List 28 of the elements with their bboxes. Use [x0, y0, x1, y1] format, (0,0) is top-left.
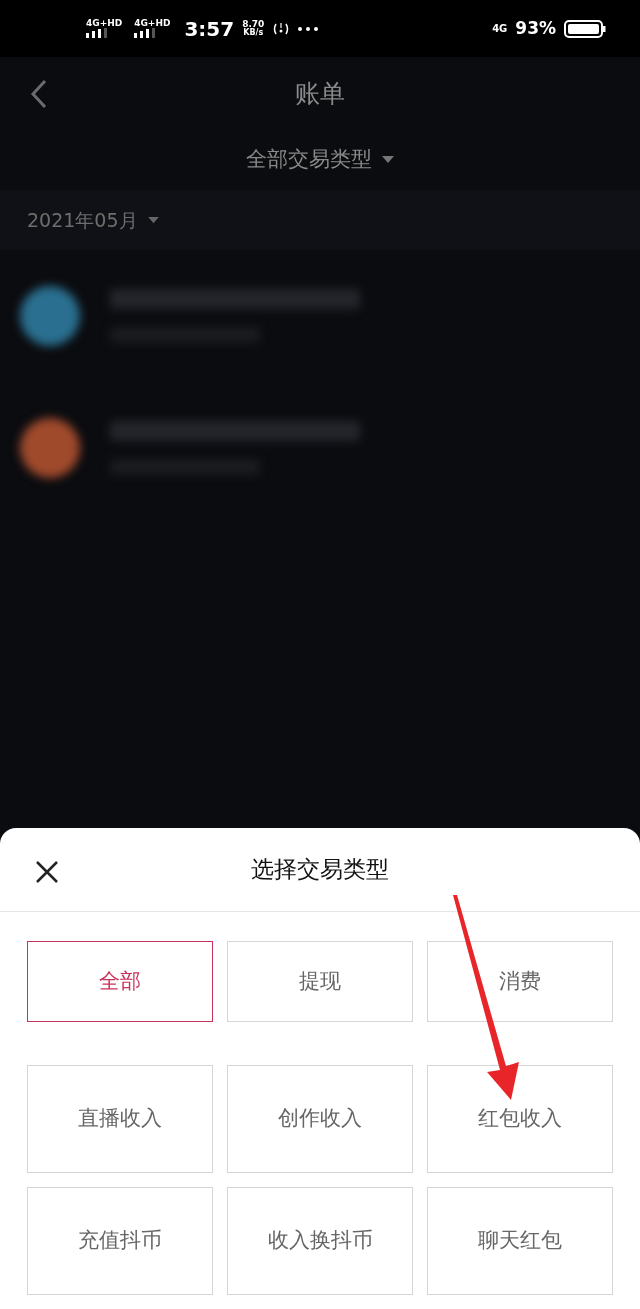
back-icon[interactable] — [30, 79, 48, 109]
type-option[interactable]: 收入换抖币 — [227, 1187, 413, 1295]
sheet-title: 选择交易类型 — [251, 855, 389, 885]
battery-icon — [564, 19, 606, 38]
type-option[interactable]: 全部 — [27, 941, 213, 1022]
speed-unit: KB/s — [243, 29, 264, 37]
page-title: 账单 — [295, 77, 345, 110]
type-filter[interactable]: 全部交易类型 — [246, 144, 394, 176]
clock: 3:57 — [184, 15, 235, 43]
caret-icon — [147, 216, 159, 224]
close-icon[interactable] — [36, 861, 58, 883]
type-option[interactable]: 红包收入 — [427, 1065, 613, 1173]
type-option[interactable]: 聊天红包 — [427, 1187, 613, 1295]
battery-percent: 93% — [515, 16, 556, 40]
month-picker[interactable]: 2021年05月 — [27, 205, 159, 235]
type-option[interactable]: 创作收入 — [227, 1065, 413, 1173]
more-icon — [298, 26, 319, 31]
type-option[interactable]: 提现 — [227, 941, 413, 1022]
speed-value: 8.70 — [242, 20, 265, 29]
network-label: 4G+HD — [134, 19, 171, 28]
hotspot-icon — [272, 20, 291, 37]
type-option[interactable]: 消费 — [427, 941, 613, 1022]
network-label: 4G — [492, 22, 508, 36]
type-option[interactable]: 直播收入 — [27, 1065, 213, 1173]
type-option[interactable]: 充值抖币 — [27, 1187, 213, 1295]
caret-icon — [382, 156, 394, 164]
signal-icon — [86, 28, 110, 38]
network-label: 4G+HD — [86, 19, 123, 28]
